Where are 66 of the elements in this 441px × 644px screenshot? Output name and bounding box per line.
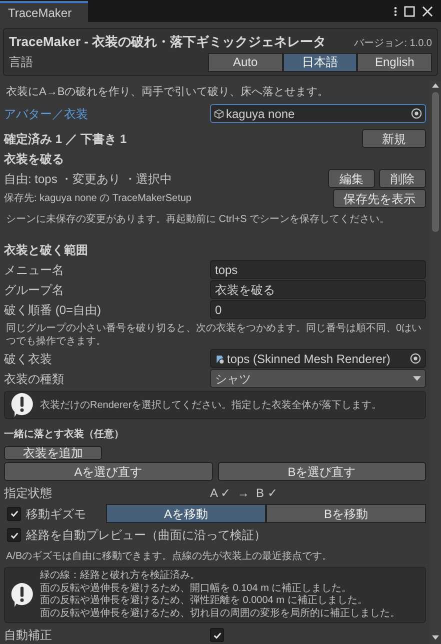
warning-icon: [10, 582, 34, 608]
checkbox[interactable]: [7, 528, 21, 542]
order-note: 同じグループの小さい番号を破り切ると、次の衣装をつかめます。同じ番号は順不同、0はいつでも操作できます。: [6, 322, 423, 348]
language-tab[interactable]: 日本語: [282, 52, 358, 72]
field-label: グループ名: [4, 282, 65, 298]
dropdown[interactable]: シャツ: [210, 369, 426, 388]
scene-note: シーンに未保存の変更があります。再起動前に Ctrl+S でシーンを保存してください。: [6, 212, 391, 227]
version-label: バージョン: 1.0.0: [354, 37, 432, 51]
close-icon[interactable]: [422, 6, 433, 16]
field-label: メニュー名: [4, 262, 65, 278]
reselect-button[interactable]: Aを選び直す: [4, 462, 212, 481]
field-label: 破く順番 (0=自由): [4, 302, 102, 318]
state-label: 指定状態: [4, 485, 53, 502]
gizmo-label: 移動ギズモ: [26, 506, 86, 522]
language-label: 言語: [9, 54, 33, 71]
text-field[interactable]: 衣装を破る: [210, 280, 426, 299]
cube-icon: [214, 108, 224, 118]
entry-button[interactable]: 編集: [328, 169, 375, 188]
object-field[interactable]: tops (Skinned Mesh Renderer): [210, 349, 426, 368]
entry-text: 自由: tops ・変更あり ・選択中: [4, 170, 172, 188]
state-value: A ✓ → B ✓: [210, 485, 278, 502]
caret-icon: [413, 376, 421, 381]
validation-line: 緑の線：経路と破れ方を検証済み。: [40, 570, 201, 582]
avatar-link[interactable]: アバター／衣装: [4, 104, 210, 122]
checkbox[interactable]: [210, 628, 224, 642]
mesh-icon: [215, 354, 225, 364]
language-tab[interactable]: English: [357, 52, 432, 72]
section-title: 衣装と破く範囲: [4, 242, 89, 259]
save-path-text: 保存先: kaguya none の TraceMakerSetup: [4, 192, 192, 206]
text-field[interactable]: tops: [210, 260, 426, 279]
window-tab[interactable]: TraceMaker: [0, 1, 88, 22]
intro-text: 衣装にA→Bの破れを作り、両手で引いて破り、床へ落とせます。: [6, 84, 330, 100]
avatar-field[interactable]: kaguya none: [210, 104, 426, 123]
app-title: TraceMaker - 衣装の破れ・落下ギミックジェネレータ: [9, 33, 326, 51]
scroll-thumb[interactable]: [432, 92, 439, 232]
section-title: 衣装を破る: [4, 151, 65, 168]
field-label: 破く衣装: [4, 350, 53, 368]
more-icon[interactable]: [394, 6, 397, 16]
status-text: 確定済み 1 ／ 下書き 1: [4, 130, 127, 148]
mode-tab[interactable]: Bを移動: [266, 504, 426, 523]
add-button[interactable]: 衣装を追加: [4, 446, 102, 460]
text-field[interactable]: 0: [210, 300, 426, 319]
target-icon[interactable]: [411, 108, 422, 119]
maximize-icon[interactable]: [404, 6, 415, 16]
language-tab[interactable]: Auto: [208, 52, 283, 72]
target-icon[interactable]: [410, 353, 421, 364]
entry-button[interactable]: 削除: [379, 169, 426, 188]
preview-label: 経路を自動プレビュー（曲面に沿って検証）: [26, 527, 266, 544]
mode-tab[interactable]: Aを移動: [106, 504, 266, 523]
help-text: 衣装だけのRendererを選択してください。指定した衣装全体が落下します。: [40, 398, 382, 412]
auto-fix-label: 自動補正: [4, 627, 53, 644]
reselect-button[interactable]: Bを選び直す: [218, 462, 426, 481]
gizmo-note: A/Bのギズモは自由に移動できます。点線の先が衣装上の最近接点です。: [6, 550, 334, 564]
check-icon: [212, 630, 222, 640]
check-icon: [10, 509, 18, 518]
validation-line: 面の反転や過伸長を避けるため、弾性距離を 0.0004 m に補正しました。: [40, 595, 368, 608]
section-title: 一緒に落とす衣装（任意）: [4, 427, 125, 442]
checkbox[interactable]: [7, 506, 21, 520]
field-label: 衣装の種類: [4, 370, 65, 388]
validation-line: 面の反転や過伸長を避けるため、切れ目の周囲の変形を局所的に補正しました。: [40, 608, 400, 620]
validation-line: 面の反転や過伸長を避けるため、開口幅を 0.104 m に補正しました。: [40, 582, 353, 594]
show-save-button[interactable]: 保存先を表示: [333, 189, 426, 208]
scroll-up-icon[interactable]: [432, 82, 439, 88]
scroll-down-icon[interactable]: [432, 635, 439, 640]
check-icon: [10, 530, 18, 540]
new-button[interactable]: 新規: [362, 129, 426, 148]
